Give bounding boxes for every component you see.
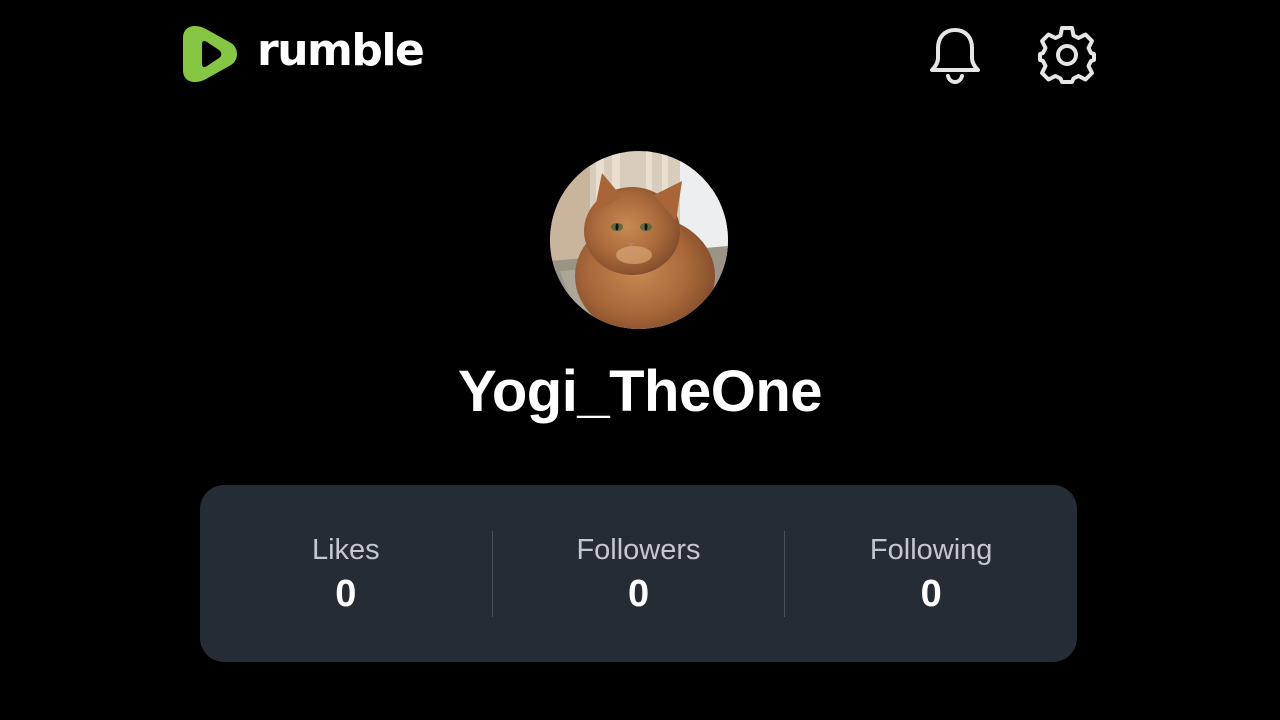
avatar[interactable] [550,151,728,329]
cat-avatar-image [550,151,728,329]
profile-page: rumble Yogi_TheOne Likes 0 Followers 0 F… [0,0,1280,720]
username: Yogi_TheOne [457,359,823,424]
logo-text: rumble [257,25,425,76]
stat-value: 0 [335,572,357,615]
stat-label: Followers [576,533,701,566]
stats-card: Likes 0 Followers 0 Following 0 [200,485,1077,662]
notifications-button[interactable] [922,22,988,88]
stat-followers[interactable]: Followers 0 [493,485,785,662]
stat-value: 0 [627,572,650,615]
rumble-logo[interactable]: rumble [181,22,425,86]
settings-button[interactable] [1034,22,1100,88]
bell-icon [930,28,980,84]
gear-icon [1038,26,1096,84]
stat-label: Likes [311,533,380,566]
stat-likes[interactable]: Likes 0 [200,485,492,662]
rumble-play-icon [183,26,237,82]
stat-label: Following [869,533,993,566]
stat-following[interactable]: Following 0 [785,485,1077,662]
stat-value: 0 [920,572,942,615]
